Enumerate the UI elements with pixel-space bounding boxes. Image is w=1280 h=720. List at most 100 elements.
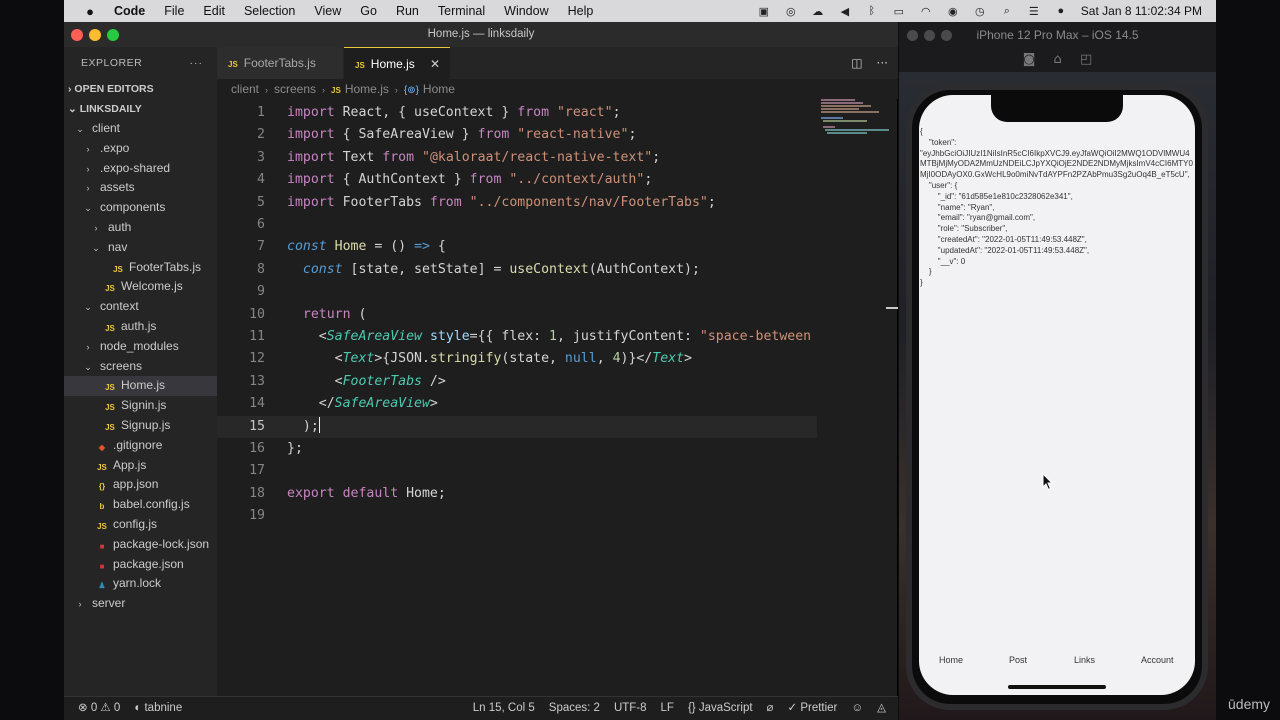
footer-tab-post[interactable]: Post bbox=[1009, 655, 1027, 665]
code-line[interactable]: 18 export default Home; bbox=[217, 483, 817, 505]
code-line[interactable]: 13 <FooterTabs /> bbox=[217, 371, 817, 393]
screen-record-icon[interactable]: ▣ bbox=[757, 5, 771, 18]
tree-item-auth[interactable]: › auth bbox=[64, 218, 217, 238]
screenshot-icon[interactable]: ◙ bbox=[1023, 52, 1036, 67]
footer-tab-links[interactable]: Links bbox=[1074, 655, 1095, 665]
tree-item-app-js[interactable]: JS App.js bbox=[64, 456, 217, 476]
tree-item-gitignore[interactable]: ◆ .gitignore bbox=[64, 436, 217, 456]
code-line[interactable]: 12 <Text>{JSON.stringify(state, null, 4)… bbox=[217, 348, 817, 370]
tree-item-context[interactable]: ⌄ context bbox=[64, 297, 217, 317]
tree-item-footertabs-js[interactable]: JS FooterTabs.js bbox=[64, 258, 217, 278]
battery-icon[interactable]: ▭ bbox=[892, 5, 906, 18]
more-actions-icon[interactable]: ··· bbox=[190, 47, 204, 79]
tree-item-package-lock-json[interactable]: ■ package-lock.json bbox=[64, 535, 217, 555]
spotlight-search-icon[interactable]: ⌕ bbox=[1000, 5, 1014, 17]
minimize-window-button[interactable] bbox=[924, 30, 935, 41]
tree-item-welcome-js[interactable]: JS Welcome.js bbox=[64, 277, 217, 297]
eol-setting[interactable]: LF bbox=[661, 697, 674, 720]
project-section[interactable]: ⌄ LINKSDAILY bbox=[64, 99, 217, 119]
code-line[interactable]: 9 bbox=[217, 281, 817, 303]
minimize-window-button[interactable] bbox=[89, 29, 101, 41]
cloud-upload-icon[interactable]: ☁ bbox=[811, 5, 825, 18]
close-window-button[interactable] bbox=[907, 30, 918, 41]
code-line[interactable]: 1 import React, { useContext } from "reac… bbox=[217, 102, 817, 124]
footer-tab-account[interactable]: Account bbox=[1141, 655, 1174, 665]
menu-run[interactable]: Run bbox=[396, 4, 419, 18]
code-line[interactable]: 19 bbox=[217, 505, 817, 527]
volume-icon[interactable]: ◀ bbox=[838, 5, 852, 18]
tree-item-app-json[interactable]: {} app.json bbox=[64, 475, 217, 495]
code-editor[interactable]: 1 import React, { useContext } from "reac… bbox=[217, 99, 817, 619]
language-mode[interactable]: {} JavaScript bbox=[688, 697, 753, 720]
tree-item-signup-js[interactable]: JS Signup.js bbox=[64, 416, 217, 436]
tree-item-config-js[interactable]: JS config.js bbox=[64, 515, 217, 535]
tree-item-yarn-lock[interactable]: ♟ yarn.lock bbox=[64, 574, 217, 594]
tree-item-package-json[interactable]: ■ package.json bbox=[64, 555, 217, 575]
close-tab-icon[interactable]: ✕ bbox=[430, 48, 440, 80]
wifi-icon[interactable]: ◠ bbox=[919, 5, 933, 18]
menu-help[interactable]: Help bbox=[568, 4, 594, 18]
prettier-status[interactable]: ✓ Prettier bbox=[787, 697, 837, 720]
code-line[interactable]: 11 <SafeAreaView style={{ flex: 1, justi… bbox=[217, 326, 817, 348]
tree-item-home-js[interactable]: JS Home.js bbox=[64, 376, 217, 397]
tabnine-status[interactable]: ◐ tabnine bbox=[134, 697, 182, 720]
menu-file[interactable]: File bbox=[164, 4, 184, 18]
zoom-window-button[interactable] bbox=[107, 29, 119, 41]
iphone-screen[interactable]: { "token": "eyJhbGciOiJIUzI1NiIsInR5cCI6… bbox=[919, 95, 1195, 695]
menu-window[interactable]: Window bbox=[504, 4, 548, 18]
creative-cloud-icon[interactable]: ◎ bbox=[784, 5, 798, 18]
bluetooth-icon[interactable]: ᛒ bbox=[865, 5, 879, 17]
encoding-setting[interactable]: UTF-8 bbox=[614, 697, 647, 720]
notifications-bell-icon[interactable]: ◬ bbox=[877, 697, 886, 720]
tree-item-client[interactable]: ⌄ client bbox=[64, 119, 217, 139]
tree-item-assets[interactable]: › assets bbox=[64, 178, 217, 198]
zoom-window-button[interactable] bbox=[941, 30, 952, 41]
tree-item-nav[interactable]: ⌄ nav bbox=[64, 238, 217, 258]
code-line[interactable]: 6 bbox=[217, 214, 817, 236]
code-line[interactable]: 15 ); bbox=[217, 415, 817, 438]
tree-item-babel-config-js[interactable]: b babel.config.js bbox=[64, 495, 217, 515]
tree-item-components[interactable]: ⌄ components bbox=[64, 198, 217, 218]
code-line[interactable]: 17 bbox=[217, 460, 817, 482]
menu-selection[interactable]: Selection bbox=[244, 4, 295, 18]
menu-bar-clock[interactable]: Sat Jan 8 11:02:34 PM bbox=[1081, 4, 1202, 18]
menu-go[interactable]: Go bbox=[360, 4, 377, 18]
code-line[interactable]: 14 </SafeAreaView> bbox=[217, 393, 817, 415]
tree-item-signin-js[interactable]: JS Signin.js bbox=[64, 396, 217, 416]
eslint-icon[interactable]: ⌀ bbox=[767, 697, 774, 720]
more-actions-icon[interactable]: ··· bbox=[877, 47, 888, 79]
tree-item-node-modules[interactable]: › node_modules bbox=[64, 337, 217, 357]
minimap[interactable] bbox=[821, 99, 889, 134]
breadcrumb-client[interactable]: client bbox=[231, 82, 259, 96]
code-line[interactable]: 16}; bbox=[217, 438, 817, 460]
code-line[interactable]: 3 import Text from "@kaloraat/react-nativ… bbox=[217, 147, 817, 169]
footer-tab-home[interactable]: Home bbox=[939, 655, 963, 665]
code-line[interactable]: 5 import FooterTabs from "../components/n… bbox=[217, 192, 817, 214]
tree-item-server[interactable]: › server bbox=[64, 594, 217, 614]
code-line[interactable]: 2 import { SafeAreaView } from "react-nat… bbox=[217, 124, 817, 146]
time-machine-icon[interactable]: ◷ bbox=[973, 5, 987, 18]
code-line[interactable]: 7 const Home = () => { bbox=[217, 236, 817, 258]
rotate-icon[interactable]: ◰ bbox=[1080, 52, 1092, 67]
split-editor-icon[interactable]: ◫ bbox=[851, 47, 862, 79]
home-icon[interactable]: ⌂ bbox=[1054, 52, 1062, 67]
apple-icon[interactable]: ● bbox=[80, 4, 100, 19]
siri-icon[interactable]: ● bbox=[1054, 5, 1068, 17]
tab-home[interactable]: JS Home.js ✕ bbox=[344, 47, 450, 79]
tree-item-screens[interactable]: ⌄ screens bbox=[64, 357, 217, 377]
control-center-icon[interactable]: ☰ bbox=[1027, 5, 1041, 18]
indentation-setting[interactable]: Spaces: 2 bbox=[549, 697, 600, 720]
user-icon[interactable]: ◉ bbox=[946, 5, 960, 18]
menu-view[interactable]: View bbox=[314, 4, 341, 18]
tab-footertabs[interactable]: JS FooterTabs.js bbox=[217, 47, 343, 79]
menu-terminal[interactable]: Terminal bbox=[438, 4, 485, 18]
problems-indicator[interactable]: ⊗ 0 ⚠ 0 bbox=[78, 697, 120, 720]
open-editors-section[interactable]: › OPEN EDITORS bbox=[64, 79, 217, 99]
tree-item-expo-shared[interactable]: › .expo-shared bbox=[64, 159, 217, 179]
code-line[interactable]: 8 const [state, setState] = useContext(A… bbox=[217, 259, 817, 281]
menu-edit[interactable]: Edit bbox=[203, 4, 225, 18]
code-line[interactable]: 4 import { AuthContext } from "../context… bbox=[217, 169, 817, 191]
tree-item-auth-js[interactable]: JS auth.js bbox=[64, 317, 217, 337]
breadcrumb-screens[interactable]: screens bbox=[274, 82, 316, 96]
breadcrumb-symbol[interactable]: Home bbox=[423, 82, 455, 96]
